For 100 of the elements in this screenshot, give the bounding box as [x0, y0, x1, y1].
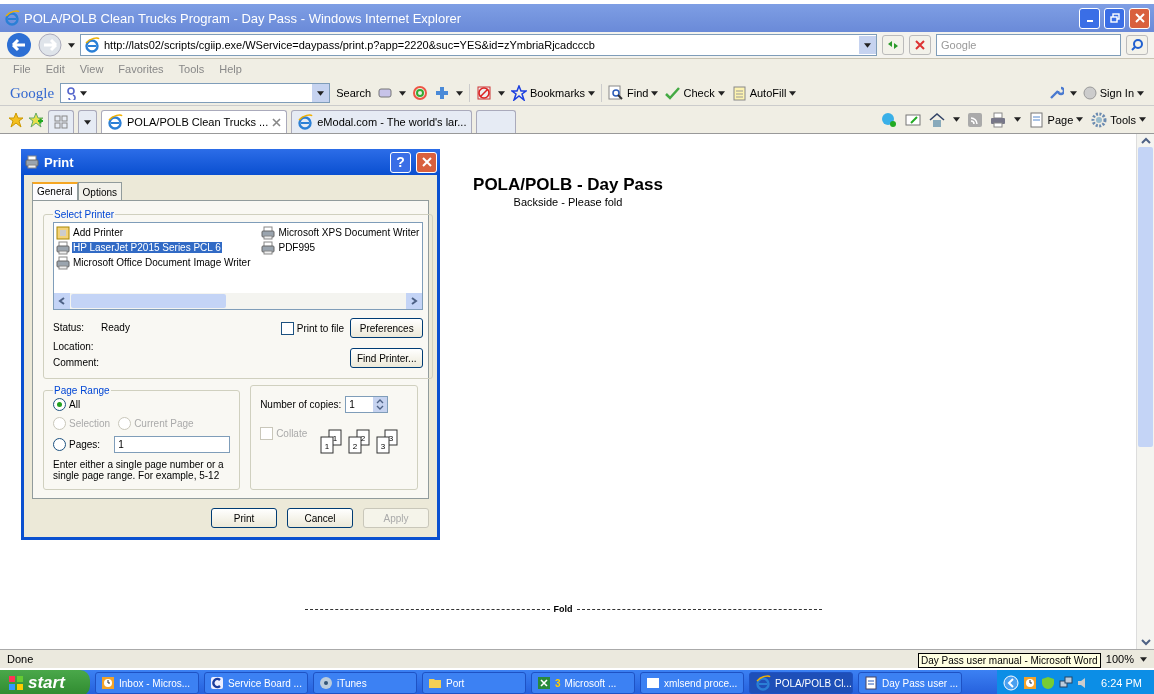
pages-field[interactable]: 1: [114, 436, 231, 453]
restore-button[interactable]: [1104, 7, 1125, 29]
dropdown-button[interactable]: [859, 36, 876, 54]
home-icon[interactable]: [928, 111, 945, 128]
close-tab-icon[interactable]: [272, 117, 282, 127]
taskbar-item[interactable]: POLA/POLB Cl...: [749, 672, 853, 694]
stop-button[interactable]: [909, 35, 931, 55]
close-icon: [1134, 13, 1145, 23]
print-to-file-checkbox[interactable]: Print to file: [280, 321, 344, 335]
dialog-button[interactable]: Cancel: [287, 508, 353, 528]
printer-icon[interactable]: [989, 111, 1006, 128]
toolbar-search-field[interactable]: [60, 83, 331, 103]
caret-icon[interactable]: [1139, 117, 1146, 122]
window-title: POLA/POLB Clean Trucks Program - Day Pass - Windows Internet Explorer: [24, 10, 463, 26]
caret-icon[interactable]: [588, 90, 596, 96]
horizontal-scrollbar[interactable]: [54, 293, 423, 309]
browser-tab[interactable]: eModal.com - The world's lar...: [291, 110, 473, 133]
document-icon: [864, 676, 878, 690]
vertical-scrollbar[interactable]: [1136, 134, 1154, 649]
blocked-icon[interactable]: [476, 85, 493, 101]
scroll-left-icon[interactable]: [54, 293, 70, 309]
chevron-icon[interactable]: [1003, 675, 1020, 691]
search-button[interactable]: [1126, 35, 1148, 55]
group-label: Select Printer: [53, 209, 116, 220]
page-title: POLA/POLB - Day Pass: [473, 175, 663, 195]
taskbar-item[interactable]: Day Pass user ...: [858, 672, 962, 694]
caret-icon[interactable]: [1137, 90, 1144, 96]
range-option[interactable]: Pages:: [53, 438, 101, 451]
browser-tab[interactable]: POLA/POLB Clean Trucks ...: [101, 110, 288, 133]
scroll-thumb[interactable]: [1138, 146, 1153, 447]
caret-icon[interactable]: [80, 90, 88, 96]
taskbar-item[interactable]: iTunes: [313, 672, 417, 694]
taskbar-item[interactable]: Service Board ...: [204, 672, 308, 694]
magnifier-icon: [608, 85, 625, 101]
spin-icon[interactable]: [373, 397, 388, 412]
printer-item[interactable]: Microsoft XPS Document Writer: [261, 225, 421, 240]
bookmarks-button[interactable]: Bookmarks: [511, 85, 596, 101]
caret-icon[interactable]: [399, 90, 407, 96]
scroll-right-icon[interactable]: [406, 293, 423, 309]
sign-in-button[interactable]: Sign In: [1082, 86, 1144, 100]
caret-icon[interactable]: [1076, 117, 1084, 122]
minimize-button[interactable]: [1079, 7, 1100, 29]
caret-icon[interactable]: [1069, 90, 1077, 96]
taskbar-item[interactable]: Port: [422, 672, 526, 694]
close-button[interactable]: [1129, 7, 1150, 29]
windows-flag-icon: [8, 675, 24, 691]
tab-list-button[interactable]: [78, 110, 97, 133]
help-button[interactable]: ?: [390, 151, 411, 173]
refresh-button[interactable]: [882, 35, 904, 55]
tools-menu-button[interactable]: Tools: [1091, 111, 1146, 128]
printer-list[interactable]: Add Printer HP LaserJet P2015 Series PCL 6 Microsoft Office Document Image Writer Microsoft XPS Document Writer PDF995: [53, 222, 424, 310]
caret-icon[interactable]: [1013, 117, 1021, 122]
network-icon[interactable]: [1059, 676, 1074, 690]
caret-icon[interactable]: [864, 42, 871, 48]
autofill-button[interactable]: AutoFill: [730, 85, 797, 101]
caret-icon[interactable]: [498, 90, 506, 96]
printer-icon: [56, 255, 70, 270]
find-button[interactable]: Find: [608, 85, 659, 101]
dropdown-button[interactable]: [312, 84, 330, 102]
printer-item[interactable]: PDF995: [261, 240, 421, 255]
caret-icon[interactable]: [317, 90, 325, 96]
printer-item[interactable]: Add Printer: [56, 225, 252, 240]
close-button[interactable]: [416, 151, 437, 173]
taskbar-item[interactable]: Inbox - Micros...: [95, 672, 199, 694]
caret-icon[interactable]: [1140, 656, 1147, 662]
circle-icon: [1082, 86, 1097, 100]
scroll-thumb[interactable]: [71, 294, 226, 308]
caret-icon[interactable]: [952, 117, 960, 122]
caret-icon[interactable]: [84, 119, 91, 125]
printer-icon: [261, 225, 276, 240]
zoom-level[interactable]: 100%: [1105, 653, 1134, 665]
copies-field[interactable]: 1: [345, 396, 389, 413]
status-label: Status:: [53, 321, 86, 333]
search-button[interactable]: Search: [336, 87, 372, 99]
page-icon: [84, 37, 100, 53]
add-favorite-icon[interactable]: [28, 111, 44, 128]
tooltip: Day Pass user manual - Microsoft Word: [918, 653, 1101, 668]
page-menu-button[interactable]: Page: [1028, 111, 1084, 128]
caret-icon[interactable]: [456, 90, 464, 96]
printer-icon: [56, 240, 70, 255]
swirl-icon[interactable]: [412, 85, 429, 101]
range-option[interactable]: All: [53, 398, 231, 411]
caret-icon[interactable]: [717, 90, 725, 96]
start-button[interactable]: start: [0, 670, 90, 694]
search-field[interactable]: Google: [936, 34, 1121, 56]
find-printer-button[interactable]: Find Printer...: [349, 348, 424, 368]
taskbar-item[interactable]: 3 Microsoft ...: [531, 672, 635, 694]
caret-icon[interactable]: [68, 42, 75, 48]
preferences-button[interactable]: Preferences: [349, 318, 424, 338]
caret-icon[interactable]: [789, 90, 797, 96]
taskbar-item[interactable]: xmlsend proce...: [640, 672, 744, 694]
plus-icon[interactable]: [434, 85, 451, 101]
check-button[interactable]: Check: [664, 85, 725, 101]
clock-icon: [1023, 676, 1038, 690]
address-field[interactable]: http://lats02/scripts/cgiip.exe/WService=daypass/print.p?app=2220&suc=YES&id=zYmbriaRjcadcccb: [80, 34, 877, 56]
dialog-button[interactable]: Print: [211, 508, 277, 528]
back-button[interactable]: [6, 32, 32, 58]
caret-icon[interactable]: [651, 90, 659, 96]
favorites-star-icon[interactable]: [8, 111, 24, 128]
printer-item[interactable]: Microsoft Office Document Image Writer: [56, 255, 252, 270]
